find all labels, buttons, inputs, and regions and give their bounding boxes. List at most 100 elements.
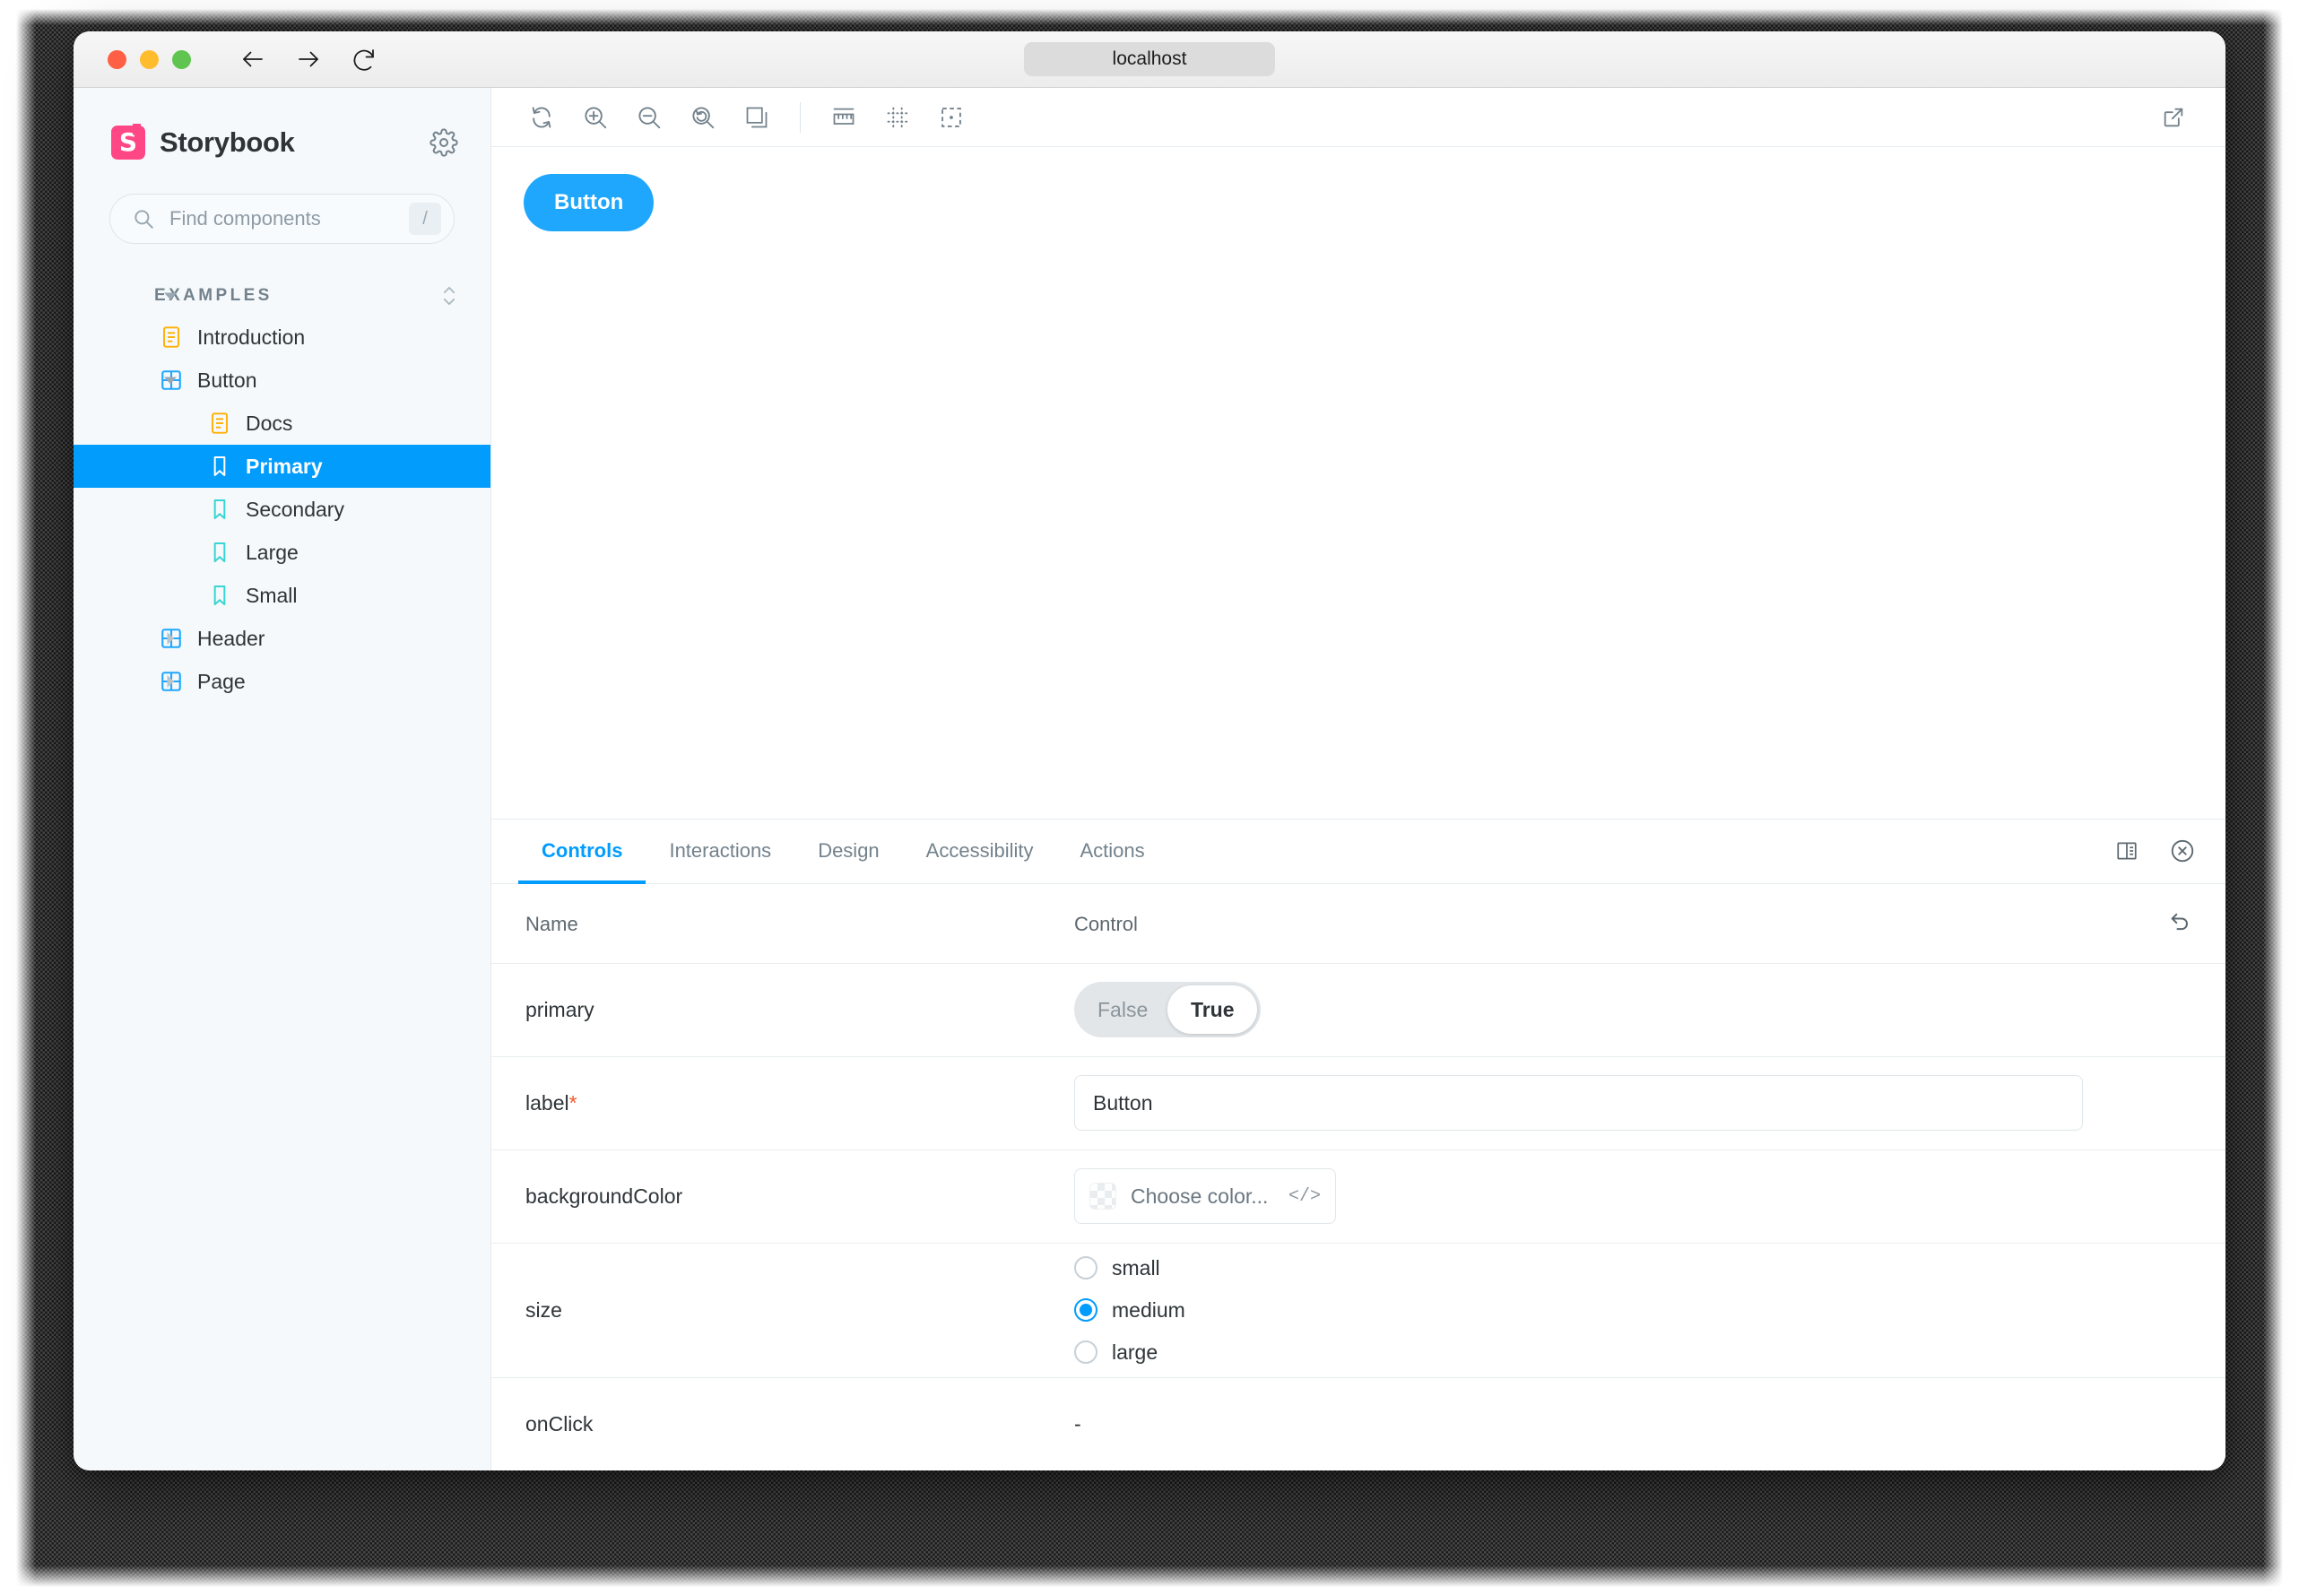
chevron-right-icon[interactable] [161,672,179,690]
browser-nav-buttons [238,44,379,74]
sidebar-item-docs[interactable]: Docs [74,402,490,445]
tab-design[interactable]: Design [794,820,902,883]
control-cell-size: small medium large [1065,1243,2225,1378]
chevron-down-icon[interactable] [161,287,179,305]
close-window-button[interactable] [108,49,126,69]
sidebar-header: S Storybook [74,88,490,160]
boolean-option-false[interactable]: False [1078,985,1167,1034]
code-toggle-icon[interactable]: </> [1288,1186,1321,1207]
control-name-primary: primary [491,963,1065,1057]
sort-updown-icon[interactable] [440,284,458,308]
tree-section-examples[interactable]: EXAMPLES [74,276,490,316]
window-traffic-lights[interactable] [108,49,191,69]
sidebar-item-label: Small [246,583,298,607]
story-icon [208,584,231,607]
search-input[interactable]: Find components / [109,194,455,244]
radio-label: large [1112,1340,1158,1364]
sidebar-item-label: Button [197,368,257,392]
sidebar-item-label: Introduction [197,325,306,349]
radio-option-medium[interactable]: medium [1074,1298,2225,1323]
zoom-out-icon[interactable] [622,94,676,141]
preview-canvas: Button [491,147,2225,819]
toolbar-divider [800,101,801,133]
outline-icon[interactable] [924,94,978,141]
table-row: primary False True [491,963,2225,1057]
panel-position-icon[interactable] [2107,831,2147,871]
radio-circle-icon[interactable] [1074,1256,1097,1279]
table-row: label* Button [491,1056,2225,1150]
story-preview-button[interactable]: Button [524,174,655,231]
tab-controls[interactable]: Controls [518,820,646,884]
control-name-size: size [491,1243,1065,1378]
column-header-control: Control [1065,883,2118,964]
controls-header-row: Name Control [491,883,2225,964]
sidebar-item-label: Header [197,626,265,650]
sidebar-item-page[interactable]: Page [74,660,490,703]
control-label-text: label [525,1090,569,1115]
radio-label: small [1112,1255,1160,1279]
forward-icon[interactable] [293,44,324,74]
addon-panel-tabs: Controls Interactions Design Accessibili… [491,820,2225,884]
zoom-reset-icon[interactable] [676,94,730,141]
sidebar-item-large[interactable]: Large [74,531,490,574]
sidebar-item-small[interactable]: Small [74,574,490,617]
gear-icon[interactable] [429,128,458,157]
grid-icon[interactable] [871,94,924,141]
measure-icon[interactable] [817,94,871,141]
color-picker-backgroundcolor[interactable]: Choose color... </> [1074,1168,1336,1224]
required-asterisk: * [568,1090,577,1115]
component-tree: EXAMPLES Introduction Button Docs Primar… [74,276,490,721]
maximize-window-button[interactable] [172,49,191,69]
search-shortcut-badge: / [409,203,441,235]
browser-window: localhost S Storybook Find components / … [74,31,2225,1470]
story-icon [208,541,231,564]
chevron-right-icon[interactable] [161,629,179,647]
radio-label: medium [1112,1297,1185,1322]
sidebar-item-label: Primary [246,454,323,478]
browser-titlebar: localhost [74,31,2225,88]
address-bar[interactable]: localhost [1024,42,1275,76]
sidebar-item-button[interactable]: Button [74,359,490,402]
reset-controls-cell [2118,883,2225,964]
sidebar-item-primary[interactable]: Primary [74,445,490,488]
zoom-in-icon[interactable] [568,94,622,141]
control-empty-value: - [1074,1411,1081,1436]
logo-letter: S [118,127,138,157]
open-in-new-tab-icon[interactable] [2147,94,2200,141]
brand[interactable]: S Storybook [111,126,295,160]
tab-actions[interactable]: Actions [1056,820,1167,883]
document-icon [208,412,231,435]
sidebar: S Storybook Find components / EXAMPLES I… [74,88,491,1470]
sidebar-item-header[interactable]: Header [74,617,490,660]
table-row: size small medium large [491,1243,2225,1378]
close-panel-icon[interactable] [2163,831,2202,871]
minimize-window-button[interactable] [140,49,159,69]
table-row: onClick - [491,1377,2225,1470]
document-icon [160,325,183,349]
sidebar-item-introduction[interactable]: Introduction [74,316,490,359]
storybook-app: S Storybook Find components / EXAMPLES I… [74,88,2225,1470]
sidebar-item-secondary[interactable]: Secondary [74,488,490,531]
table-row: backgroundColor Choose color... </> [491,1149,2225,1244]
color-swatch-icon[interactable] [1089,1183,1116,1210]
control-name-onclick: onClick [525,1411,594,1436]
control-cell-backgroundcolor: Choose color... </> [1065,1149,2225,1244]
control-name-label: label* [491,1056,1065,1150]
boolean-toggle-primary[interactable]: False True [1074,982,1262,1037]
backgrounds-icon[interactable] [730,94,784,141]
back-icon[interactable] [238,44,268,74]
reload-icon[interactable] [349,44,379,74]
radio-circle-checked-icon[interactable] [1074,1298,1097,1322]
reset-controls-icon[interactable] [2168,909,2193,934]
remount-icon[interactable] [515,94,568,141]
radio-option-small[interactable]: small [1074,1256,2225,1280]
radio-option-large[interactable]: large [1074,1340,2225,1365]
storybook-logo-icon: S [111,126,145,160]
radio-circle-icon[interactable] [1074,1340,1097,1364]
control-name-backgroundcolor: backgroundColor [491,1149,1065,1244]
chevron-down-icon[interactable] [161,371,179,389]
tab-accessibility[interactable]: Accessibility [903,820,1057,883]
boolean-option-true[interactable]: True [1167,985,1258,1034]
tab-interactions[interactable]: Interactions [646,820,794,883]
text-input-label[interactable]: Button [1074,1075,2083,1131]
